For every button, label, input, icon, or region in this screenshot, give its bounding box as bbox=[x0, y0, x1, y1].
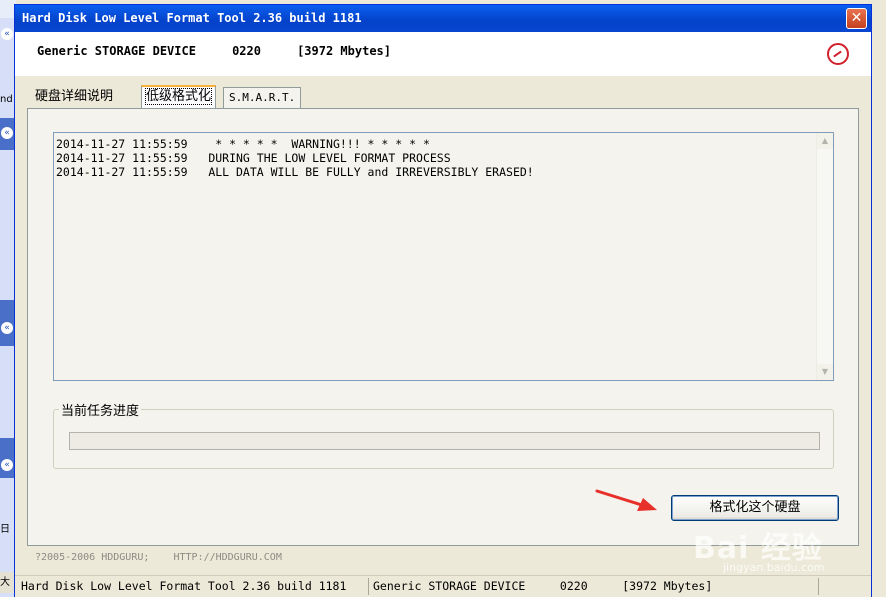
progress-label: 当前任务进度 bbox=[59, 400, 142, 419]
log-line: 2014-11-27 11:55:59 DURING THE LOW LEVEL… bbox=[56, 151, 451, 165]
collapse-icon: « bbox=[1, 322, 13, 334]
tab-low-level-format[interactable]: 低级格式化 bbox=[141, 85, 217, 108]
app-window: Hard Disk Low Level Format Tool 2.36 bui… bbox=[14, 4, 872, 597]
status-pane-empty bbox=[819, 578, 869, 595]
close-button[interactable]: ✕ bbox=[846, 8, 867, 29]
tab-panel: 2014-11-27 11:55:59 * * * * * WARNING!!!… bbox=[27, 108, 859, 546]
device-header: Generic STORAGE DEVICE 0220 [3972 Mbytes… bbox=[15, 32, 871, 76]
red-arrow-annotation bbox=[595, 489, 657, 511]
tab-smart[interactable]: S.M.A.R.T. bbox=[223, 87, 302, 108]
baidu-watermark: Bai 经验 jingyan.baidu.com bbox=[693, 523, 825, 574]
log-lines: 2014-11-27 11:55:59 * * * * * WARNING!!!… bbox=[56, 137, 534, 179]
window-title: Hard Disk Low Level Format Tool 2.36 bui… bbox=[22, 11, 362, 25]
background-text: nd bbox=[0, 94, 13, 105]
scroll-up-icon[interactable]: ▲ bbox=[817, 133, 833, 149]
progress-bar bbox=[69, 432, 820, 450]
progress-group: 当前任务进度 bbox=[53, 400, 834, 469]
status-app-name: Hard Disk Low Level Format Tool 2.36 bui… bbox=[17, 578, 369, 595]
copyright-footer: ?2005-2006 HDDGURU; HTTP://HDDGURU.COM bbox=[35, 552, 282, 563]
tab-low-level-format-label: 低级格式化 bbox=[144, 88, 213, 105]
device-info: Generic STORAGE DEVICE 0220 [3972 Mbytes… bbox=[37, 44, 392, 58]
log-line: 2014-11-27 11:55:59 ALL DATA WILL BE FUL… bbox=[56, 165, 534, 179]
format-drive-button[interactable]: 格式化这个硬盘 bbox=[671, 495, 839, 521]
collapse-icon: « bbox=[1, 127, 13, 139]
collapse-icon: « bbox=[1, 459, 13, 471]
background-text: 大 bbox=[0, 572, 14, 593]
background-text: 日 bbox=[0, 524, 10, 535]
log-textarea[interactable]: 2014-11-27 11:55:59 * * * * * WARNING!!!… bbox=[53, 132, 834, 381]
scroll-down-icon[interactable]: ▼ bbox=[817, 364, 833, 380]
collapse-icon: « bbox=[1, 28, 13, 40]
watermark-url: jingyan.baidu.com bbox=[723, 561, 825, 574]
log-line: 2014-11-27 11:55:59 * * * * * WARNING!!!… bbox=[56, 137, 430, 151]
hddguru-logo-icon bbox=[827, 43, 849, 65]
title-bar[interactable]: Hard Disk Low Level Format Tool 2.36 bui… bbox=[15, 5, 871, 32]
status-bar: Hard Disk Low Level Format Tool 2.36 bui… bbox=[15, 575, 871, 597]
tab-drive-details[interactable]: 硬盘详细说明 bbox=[35, 87, 113, 108]
status-device: Generic STORAGE DEVICE 0220 [3972 Mbytes… bbox=[369, 578, 819, 595]
log-scrollbar[interactable]: ▲ ▼ bbox=[816, 133, 833, 380]
